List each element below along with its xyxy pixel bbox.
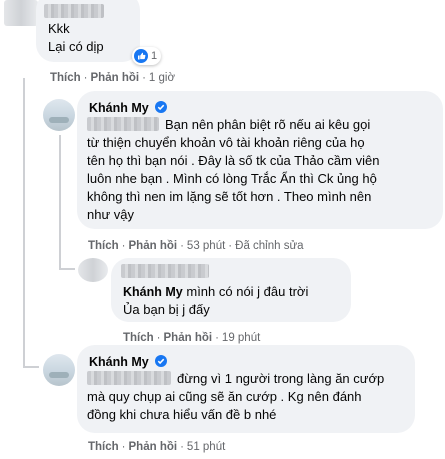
thread-line bbox=[23, 78, 25, 368]
comment-bubble: Kkk Lại có dịp bbox=[36, 0, 140, 62]
reply-text: Ủa bạn bị j đấy bbox=[123, 302, 210, 317]
reply-text: như vậy bbox=[87, 207, 135, 222]
redacted-mention bbox=[87, 371, 171, 385]
reply-button[interactable]: Phản hồi bbox=[129, 240, 178, 252]
reply-text: tên họ thì bạn nói . Đây là số tk của Th… bbox=[87, 153, 380, 168]
reply-button[interactable]: Phản hồi bbox=[164, 332, 213, 344]
commenter-avatar[interactable] bbox=[4, 0, 38, 26]
like-button[interactable]: Thích bbox=[88, 240, 119, 252]
verified-badge-icon bbox=[155, 101, 168, 113]
reply-text: đừng vì 1 người trong làng ăn cướp bbox=[177, 371, 385, 386]
like-button[interactable]: Thích bbox=[50, 72, 81, 84]
reply-text: luôn nhe bạn . Mình có lòng Trắc Ẩn thì … bbox=[87, 171, 377, 186]
commenter-avatar[interactable] bbox=[78, 258, 108, 282]
thread-line bbox=[59, 268, 75, 270]
redacted-name bbox=[121, 264, 209, 278]
thread-line bbox=[23, 366, 39, 368]
verified-badge-icon bbox=[155, 355, 168, 367]
like-reaction-icon bbox=[134, 49, 148, 63]
redacted-name bbox=[44, 4, 104, 18]
reply-bubble: Khánh My mình có nói j đâu trời Ủa bạn b… bbox=[111, 258, 351, 322]
timestamp[interactable]: 19 phút bbox=[222, 332, 260, 344]
reply-text: đồng khi chưa hiểu vấn đề b nhé bbox=[87, 407, 277, 422]
author-name[interactable]: Khánh My bbox=[89, 101, 149, 115]
author-avatar[interactable] bbox=[43, 354, 75, 386]
reply-text: Bạn nên phân biệt rõ nếu ai kêu gọi bbox=[165, 117, 371, 132]
reply-text: không thì nen im lặng sẽ tốt hơn . Theo … bbox=[87, 189, 372, 204]
timestamp[interactable]: 53 phút bbox=[187, 240, 225, 252]
like-button[interactable]: Thích bbox=[123, 332, 154, 344]
redacted-mention bbox=[87, 117, 159, 131]
author-name[interactable]: Khánh My bbox=[89, 355, 149, 369]
thread-line bbox=[59, 135, 61, 270]
mention-tag[interactable]: Khánh My bbox=[123, 285, 183, 299]
reaction-count: 1 bbox=[151, 50, 158, 62]
reply-text: từ thiện chuyển khoản vô tài khoản riêng… bbox=[87, 135, 365, 150]
reaction-badge[interactable]: 1 bbox=[132, 47, 162, 65]
author-avatar[interactable] bbox=[43, 99, 75, 131]
reply-text: mình có nói j đâu trời bbox=[186, 284, 309, 299]
reply-button[interactable]: Phản hồi bbox=[129, 441, 178, 453]
like-button[interactable]: Thích bbox=[88, 441, 119, 453]
comment-text: Kkk bbox=[48, 21, 70, 36]
reply-text: mà quy chụp ai cũng sẽ ăn cướp . Kg nên … bbox=[87, 389, 362, 404]
reply-bubble: Khánh My Bạn nên phân biệt rõ nếu ai kêu… bbox=[77, 91, 443, 229]
reply-button[interactable]: Phản hồi bbox=[91, 72, 140, 84]
timestamp[interactable]: 51 phút bbox=[187, 441, 225, 453]
timestamp[interactable]: 1 giờ bbox=[149, 72, 175, 84]
comment-text: Lại có dịp bbox=[48, 39, 104, 54]
reply-bubble: Khánh My đừng vì 1 người trong làng ăn c… bbox=[77, 345, 415, 433]
edited-label[interactable]: Đã chỉnh sửa bbox=[235, 240, 303, 252]
